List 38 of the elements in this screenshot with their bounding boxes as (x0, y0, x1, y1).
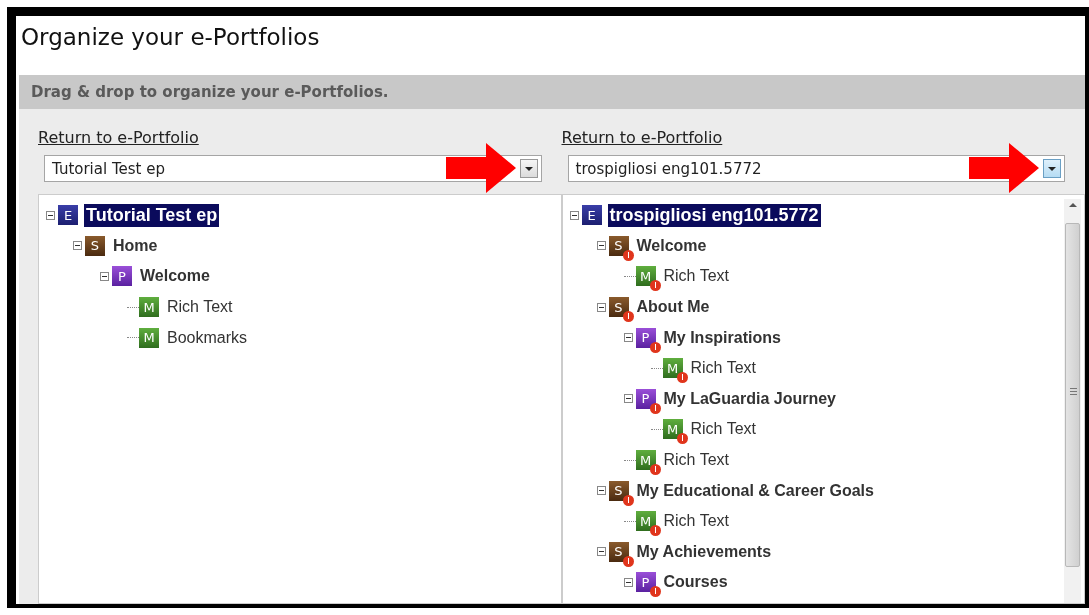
collapse-icon[interactable] (73, 241, 82, 251)
arrow-icon (969, 143, 1039, 193)
return-link[interactable]: Return to e-Portfolio (38, 128, 199, 147)
instruction-banner: Drag & drop to organize your e-Portfolios. (19, 75, 1085, 109)
collapse-icon[interactable] (623, 333, 633, 343)
tree-node[interactable]: Rich Text (165, 297, 235, 318)
tree-node[interactable]: Rich Text (661, 266, 731, 287)
tree-node[interactable]: My Educational & Career Goals (634, 480, 876, 501)
collapse-icon[interactable] (623, 394, 633, 404)
collapse-icon[interactable] (596, 241, 606, 251)
dropdown-button[interactable] (1043, 159, 1061, 178)
tree-node[interactable]: Welcome (138, 266, 212, 287)
collapse-icon[interactable] (596, 486, 606, 496)
tree-node[interactable]: Home (111, 235, 160, 256)
arrow-icon (445, 143, 516, 193)
tree-node[interactable]: trospigliosi eng101.5772 (607, 203, 821, 227)
collapse-icon[interactable] (569, 210, 579, 220)
tree-node[interactable]: Rich Text (661, 511, 731, 532)
tree-node[interactable]: Rich Text (688, 358, 758, 379)
tree-node[interactable]: Rich Text (688, 419, 758, 440)
collapse-icon[interactable] (100, 272, 109, 281)
tree-node[interactable]: Courses (661, 572, 730, 593)
collapse-icon[interactable] (596, 302, 606, 312)
tree-node[interactable]: Rich Text (661, 450, 731, 471)
collapse-icon[interactable] (46, 210, 55, 220)
tree-node[interactable]: My Achievements (634, 541, 774, 562)
tree-node[interactable]: My Inspirations (661, 327, 783, 348)
tree-node[interactable]: Bookmarks (165, 327, 250, 348)
tree-node[interactable]: My LaGuardia Journey (661, 388, 838, 409)
return-link[interactable]: Return to e-Portfolio (561, 128, 723, 147)
collapse-icon[interactable] (623, 577, 633, 587)
collapse-icon[interactable] (596, 547, 606, 557)
scrollbar[interactable] (1064, 199, 1081, 603)
tree-node[interactable]: Welcome (634, 235, 709, 256)
tree-node[interactable]: About Me (634, 297, 712, 318)
dropdown-button[interactable] (519, 159, 538, 178)
tree-node[interactable]: Tutorial Test ep (84, 203, 220, 227)
page-title: Organize your e-Portfolios (21, 24, 321, 52)
